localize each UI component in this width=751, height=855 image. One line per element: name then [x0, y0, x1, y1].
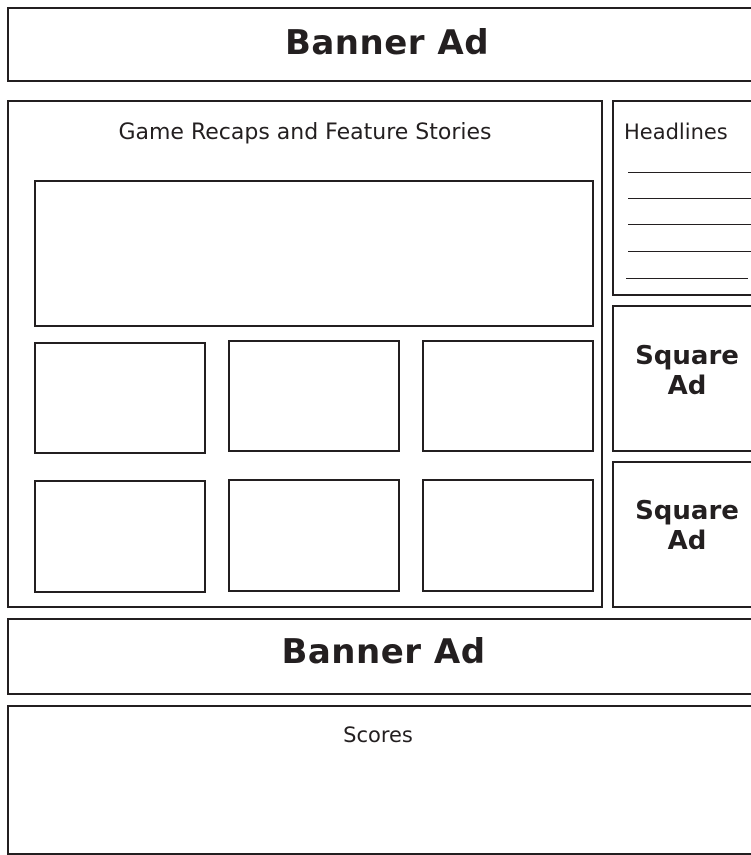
headline-line[interactable] [628, 251, 751, 252]
main-feature-panel: Game Recaps and Feature Stories [7, 100, 603, 608]
hero-feature-slot[interactable] [34, 180, 594, 327]
story-thumbnail[interactable] [34, 342, 206, 454]
main-feature-title: Game Recaps and Feature Stories [118, 120, 492, 145]
story-thumbnail[interactable] [422, 479, 594, 592]
headlines-title: Headlines [624, 120, 728, 144]
square-ad-2-label: Square Ad [635, 496, 739, 556]
square-ad-1[interactable]: Square Ad [612, 305, 751, 452]
headline-line[interactable] [628, 198, 751, 199]
middle-banner-ad-label: Banner Ad [281, 632, 486, 672]
square-ad-2[interactable]: Square Ad [612, 461, 751, 608]
square-ad-1-label: Square Ad [635, 341, 739, 401]
headlines-panel: Headlines [612, 100, 751, 296]
headline-line[interactable] [626, 278, 748, 279]
scores-title: Scores [343, 723, 413, 747]
story-thumbnail[interactable] [228, 340, 400, 452]
top-banner-ad-label: Banner Ad [284, 23, 490, 63]
scores-panel: Scores [7, 705, 751, 855]
story-thumbnail[interactable] [422, 340, 594, 452]
story-thumbnail[interactable] [34, 480, 206, 593]
headline-line[interactable] [628, 224, 751, 225]
middle-banner-ad[interactable]: Banner Ad [7, 618, 751, 695]
headline-line[interactable] [628, 172, 751, 173]
top-banner-ad[interactable]: Banner Ad [7, 7, 751, 82]
story-thumbnail[interactable] [228, 479, 400, 592]
